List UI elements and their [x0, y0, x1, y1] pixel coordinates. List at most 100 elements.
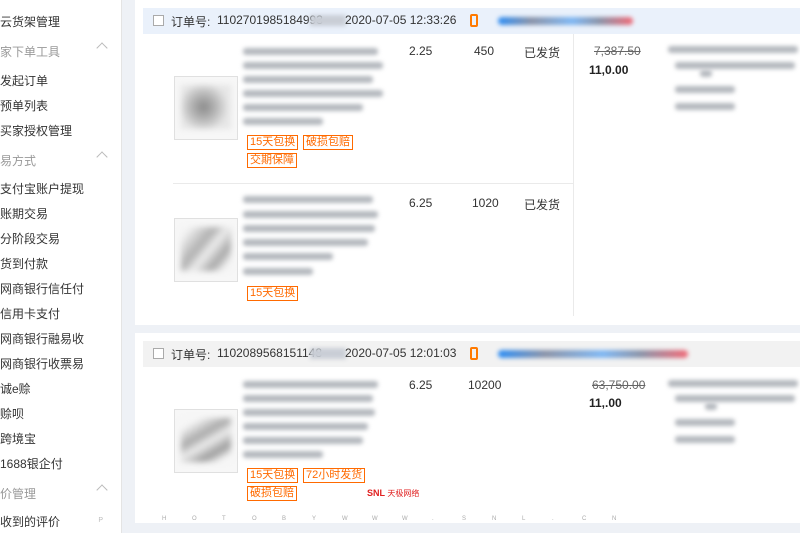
sidebar-item-cod[interactable]: 货到付款: [0, 255, 48, 272]
original-total: 63,750.00: [592, 378, 646, 392]
order-card: 订单号: 1102089568151148 2020-07-05 12:01:0…: [135, 333, 800, 523]
service-tag: 破损包赔: [247, 486, 297, 501]
buyer-info-redacted: [675, 62, 795, 69]
unit-price: 6.25: [409, 378, 433, 392]
product-spec-redacted: [243, 76, 373, 83]
service-tag: 破损包赔: [303, 135, 353, 150]
chevron-up-icon: [96, 42, 108, 54]
product-spec-redacted: [243, 409, 375, 416]
order-number-label: 订单号:: [171, 15, 211, 29]
watermark-letter: B: [282, 516, 287, 522]
buyer-info-redacted: [675, 419, 735, 426]
product-thumbnail[interactable]: [174, 76, 238, 140]
order-card: 订单号: 1102701985184993 2020-07-05 12:33:2…: [135, 0, 800, 325]
sidebar-item-kuajingbao[interactable]: 跨境宝: [0, 430, 36, 447]
service-tag: 72小时发货: [303, 468, 366, 483]
watermark-letter: P: [98, 517, 103, 524]
sidebar-group-trade-methods[interactable]: 易方式: [0, 151, 110, 169]
order-list: 订单号: 1102701985184993 2020-07-05 12:33:2…: [135, 0, 800, 533]
sidebar: 云货架管理 家下单工具 发起订单 预单列表 买家授权管理 易方式 支付宝账户提现…: [0, 0, 122, 533]
sidebar-item-mybank-trust[interactable]: 网商银行信任付: [0, 280, 84, 297]
order-time: 2020-07-05 12:01:03: [345, 346, 457, 360]
product-spec-redacted: [243, 423, 368, 430]
sidebar-item-mybank-rongyishou[interactable]: 网商银行融易收: [0, 330, 84, 347]
sidebar-item-shebei[interactable]: 赊呗: [0, 405, 24, 422]
order-checkbox[interactable]: [153, 348, 164, 359]
sidebar-item-pre-order-list[interactable]: 预单列表: [0, 97, 48, 114]
column-divider: [573, 34, 574, 316]
sidebar-group-review-mgmt[interactable]: 价管理: [0, 484, 110, 502]
product-title-redacted: [243, 395, 373, 402]
seller-info-redacted[interactable]: [498, 17, 633, 25]
product-title-redacted[interactable]: [243, 196, 373, 203]
sidebar-group-label: 易方式: [0, 154, 37, 168]
redacted-mask: [310, 15, 346, 26]
sidebar-item-chengeshe[interactable]: 诚e赊: [0, 380, 31, 397]
mobile-icon: [470, 14, 478, 27]
product-thumbnail[interactable]: [174, 218, 238, 282]
watermark-letter: C: [582, 516, 587, 522]
watermark-letter: L: [522, 516, 526, 522]
chevron-up-icon: [96, 484, 108, 496]
unit-price: 6.25: [409, 196, 433, 210]
watermark-letter: W: [402, 516, 408, 522]
sidebar-item-credit-term[interactable]: 账期交易: [0, 205, 48, 222]
order-number[interactable]: 1102701985184993: [217, 13, 323, 27]
product-title-redacted[interactable]: [243, 48, 378, 55]
product-spec-redacted: [243, 118, 323, 125]
chevron-up-icon: [96, 151, 108, 163]
buyer-info-redacted: [668, 46, 798, 53]
watermark-logo: SNL 天极网络: [367, 488, 419, 499]
order-time: 2020-07-05 12:33:26: [345, 13, 457, 27]
order-checkbox[interactable]: [153, 15, 164, 26]
order-total: 11,​.00: [589, 396, 622, 410]
sidebar-item-credit-card[interactable]: 信用卡支付: [0, 305, 60, 322]
service-tag: 15天包换: [247, 468, 299, 483]
product-thumbnail[interactable]: [174, 409, 238, 473]
product-spec-redacted: [243, 253, 333, 260]
item-divider: [173, 183, 573, 184]
original-total: 7,387.50: [594, 44, 641, 58]
sidebar-item-mybank-shoupiaoyi[interactable]: 网商银行收票易: [0, 355, 84, 372]
sidebar-item-create-order[interactable]: 发起订单: [0, 72, 48, 89]
product-spec-redacted: [243, 437, 363, 444]
unit-price: 2.25: [409, 44, 433, 58]
quantity: 450: [474, 44, 495, 58]
watermark-letter: W: [372, 516, 378, 522]
quantity: 1020: [472, 196, 499, 210]
watermark-letter: Y: [312, 516, 317, 522]
order-header: 订单号: 1102089568151148 2020-07-05 12:01:0…: [143, 341, 800, 367]
sidebar-item-buyer-auth[interactable]: 买家授权管理: [0, 122, 72, 139]
order-number-label: 订单号:: [171, 348, 211, 362]
watermark-letter: N: [612, 516, 617, 522]
watermark-letter: S: [462, 516, 467, 522]
seller-info-redacted[interactable]: [498, 350, 688, 358]
buyer-info-redacted: [675, 395, 795, 402]
buyer-info-redacted: [705, 403, 717, 410]
status-badge: 已发货: [524, 198, 561, 212]
order-number[interactable]: 1102089568151148: [217, 346, 322, 360]
status-badge: 已发货: [524, 46, 561, 60]
product-title-redacted: [243, 62, 383, 69]
product-spec-redacted: [243, 90, 383, 97]
order-total: 11,0​.00: [589, 63, 629, 77]
sidebar-item-alipay-withdraw[interactable]: 支付宝账户提现: [0, 180, 84, 197]
sidebar-item-cloud-shelf[interactable]: 云货架管理: [0, 13, 60, 30]
buyer-info-redacted: [675, 86, 735, 93]
product-title-redacted[interactable]: [243, 381, 378, 388]
redacted-mask: [310, 348, 346, 359]
sidebar-group-label: 家下单工具: [0, 45, 61, 59]
sidebar-item-staged-trade[interactable]: 分阶段交易: [0, 230, 60, 247]
product-spec-redacted: [243, 239, 368, 246]
service-tag: 15天包换: [247, 135, 299, 150]
watermark-letter: .: [552, 516, 554, 522]
buyer-info-redacted: [668, 380, 798, 387]
sidebar-group-order-tools[interactable]: 家下单工具: [0, 42, 110, 60]
sidebar-item-1688-bank-pay[interactable]: 1688银企付: [0, 455, 63, 472]
watermark-letter: N: [492, 516, 497, 522]
service-tag: 交期保障: [247, 153, 297, 168]
watermark-letter: O: [252, 516, 257, 522]
sidebar-item-received-reviews[interactable]: 收到的评价: [0, 513, 60, 530]
watermark-letter: O: [192, 516, 197, 522]
product-spec-redacted: [243, 451, 323, 458]
